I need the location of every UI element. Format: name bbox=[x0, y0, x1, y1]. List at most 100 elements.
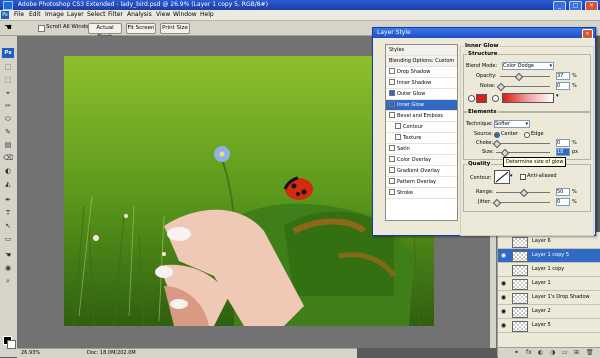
style-item-drop-shadow[interactable]: Drop Shadow bbox=[386, 67, 457, 78]
checkbox[interactable] bbox=[395, 122, 401, 129]
blending-options-item[interactable]: Blending Options: Custom bbox=[386, 56, 457, 67]
type-tool-icon[interactable]: T bbox=[3, 209, 13, 217]
eye-icon[interactable]: ◉ bbox=[500, 322, 507, 329]
source-edge-radio[interactable] bbox=[524, 132, 530, 138]
blur-tool-icon[interactable]: ◭ bbox=[3, 180, 13, 188]
checkbox[interactable] bbox=[389, 144, 395, 151]
move-tool-icon[interactable]: ⬚ bbox=[3, 63, 13, 71]
layer-row-selected[interactable]: ◉ Layer 1 copy 5 bbox=[498, 249, 600, 263]
menu-filter[interactable]: Filter bbox=[108, 11, 123, 19]
brush-tool-icon[interactable]: ✎ bbox=[3, 128, 13, 136]
print-size-button[interactable]: Print Size bbox=[160, 23, 190, 34]
path-select-tool-icon[interactable]: ↖ bbox=[3, 222, 13, 230]
fit-screen-button[interactable]: Fit Screen bbox=[126, 23, 156, 34]
jitter-slider[interactable] bbox=[496, 202, 550, 203]
size-input[interactable]: 18 bbox=[556, 148, 570, 156]
group-icon[interactable]: ▭ bbox=[562, 349, 568, 357]
menu-view[interactable]: View bbox=[156, 11, 170, 19]
eyedropper-tool-icon[interactable]: ◉ bbox=[3, 264, 13, 272]
menu-file[interactable]: File bbox=[14, 11, 24, 19]
glow-color-swatch[interactable] bbox=[476, 94, 487, 103]
style-item-outer-glow[interactable]: Outer Glow bbox=[386, 89, 457, 100]
new-layer-icon[interactable]: ⊞ bbox=[574, 349, 579, 357]
chevron-down-icon[interactable]: ▾ bbox=[510, 173, 513, 179]
checkbox[interactable] bbox=[389, 166, 395, 173]
style-item-satin[interactable]: Satin bbox=[386, 144, 457, 155]
canvas-scrollbar[interactable] bbox=[490, 232, 496, 348]
zoom-tool-icon[interactable]: ⌕ bbox=[3, 277, 13, 285]
anti-aliased-checkbox[interactable] bbox=[520, 174, 526, 180]
gradient-radio[interactable] bbox=[492, 95, 499, 102]
scroll-all-windows-checkbox[interactable] bbox=[38, 25, 45, 32]
style-item-color-overlay[interactable]: Color Overlay bbox=[386, 155, 457, 166]
choke-input[interactable]: 0 bbox=[556, 139, 570, 147]
layer-row[interactable]: Layer 1 copy bbox=[498, 263, 600, 277]
eraser-tool-icon[interactable]: ⌫ bbox=[3, 154, 13, 162]
link-layers-icon[interactable]: ⚭ bbox=[514, 349, 519, 357]
checkbox[interactable] bbox=[395, 133, 401, 140]
menu-edit[interactable]: Edit bbox=[29, 11, 41, 19]
checkbox[interactable] bbox=[389, 177, 395, 184]
noise-slider[interactable] bbox=[500, 86, 550, 87]
eye-icon[interactable]: ◉ bbox=[500, 280, 507, 287]
glow-gradient-picker[interactable] bbox=[502, 93, 554, 103]
trash-icon[interactable]: 🗑 bbox=[586, 349, 594, 357]
menu-help[interactable]: Help bbox=[200, 11, 214, 19]
menu-select[interactable]: Select bbox=[87, 11, 106, 19]
checkbox[interactable] bbox=[389, 67, 395, 74]
menu-window[interactable]: Window bbox=[173, 11, 197, 19]
opacity-slider[interactable] bbox=[500, 76, 550, 77]
layer-row[interactable]: Layer 6 bbox=[498, 235, 600, 249]
source-center-radio[interactable] bbox=[494, 132, 500, 138]
eye-icon[interactable]: ◉ bbox=[500, 308, 507, 315]
checkbox-checked[interactable] bbox=[389, 89, 395, 96]
chevron-down-icon[interactable]: ▾ bbox=[556, 93, 559, 99]
choke-slider-handle[interactable] bbox=[492, 139, 502, 149]
fx-icon[interactable]: fx bbox=[526, 349, 532, 357]
style-item-bevel-emboss[interactable]: Bevel and Emboss bbox=[386, 111, 457, 122]
marquee-tool-icon[interactable]: ⬚ bbox=[3, 76, 13, 84]
adjustment-layer-icon[interactable]: ◑ bbox=[550, 349, 555, 357]
noise-slider-handle[interactable] bbox=[496, 82, 506, 92]
checkbox[interactable] bbox=[389, 188, 395, 195]
layer-row[interactable]: ◉ Layer 2 bbox=[498, 305, 600, 319]
hand-tool-icon[interactable]: ☚ bbox=[3, 251, 13, 259]
style-item-contour[interactable]: Contour bbox=[386, 122, 457, 133]
crop-tool-icon[interactable]: ✂ bbox=[3, 102, 13, 110]
checkbox[interactable] bbox=[389, 155, 395, 162]
menu-layer[interactable]: Layer bbox=[67, 11, 84, 19]
blend-mode-select[interactable]: Color Dodge ▾ bbox=[502, 62, 554, 70]
styles-header[interactable]: Styles bbox=[386, 45, 457, 56]
checkbox-checked[interactable] bbox=[389, 100, 395, 107]
solid-color-radio[interactable] bbox=[468, 95, 475, 102]
style-item-pattern-overlay[interactable]: Pattern Overlay bbox=[386, 177, 457, 188]
slice-tool-icon[interactable]: ⬭ bbox=[3, 115, 13, 123]
checkbox[interactable] bbox=[389, 111, 395, 118]
noise-input[interactable]: 0 bbox=[556, 82, 570, 90]
range-input[interactable]: 50 bbox=[556, 188, 570, 196]
dialog-close-button[interactable]: × bbox=[582, 29, 593, 39]
lasso-tool-icon[interactable]: ⌖ bbox=[3, 89, 13, 97]
layer-row[interactable]: ◉ Layer 5 bbox=[498, 319, 600, 333]
size-slider-handle[interactable] bbox=[500, 148, 510, 158]
style-item-gradient-overlay[interactable]: Gradient Overlay bbox=[386, 166, 457, 177]
menu-analysis[interactable]: Analysis bbox=[127, 11, 152, 19]
technique-select[interactable]: Softer ▾ bbox=[494, 120, 530, 128]
contour-picker[interactable] bbox=[494, 170, 510, 184]
dialog-title-bar[interactable]: Layer Style × bbox=[373, 28, 595, 39]
style-item-stroke[interactable]: Stroke bbox=[386, 188, 457, 199]
eye-icon[interactable]: ◉ bbox=[500, 252, 507, 259]
layer-row[interactable]: ◉ Layer 1 bbox=[498, 277, 600, 291]
layer-row[interactable]: ◉ Layer 1's Drop Shadow bbox=[498, 291, 600, 305]
style-item-inner-shadow[interactable]: Inner Shadow bbox=[386, 78, 457, 89]
stamp-tool-icon[interactable]: ▤ bbox=[3, 141, 13, 149]
jitter-slider-handle[interactable] bbox=[492, 198, 502, 208]
actual-pixels-button[interactable]: Actual Pixels bbox=[88, 23, 122, 40]
style-item-inner-glow[interactable]: Inner Glow bbox=[386, 100, 457, 111]
opacity-input[interactable]: 37 bbox=[556, 72, 570, 80]
choke-slider[interactable] bbox=[496, 143, 550, 144]
opacity-slider-handle[interactable] bbox=[514, 72, 524, 82]
background-color-swatch[interactable] bbox=[7, 340, 16, 349]
jitter-input[interactable]: 0 bbox=[556, 198, 570, 206]
eye-icon[interactable]: ◉ bbox=[500, 294, 507, 301]
